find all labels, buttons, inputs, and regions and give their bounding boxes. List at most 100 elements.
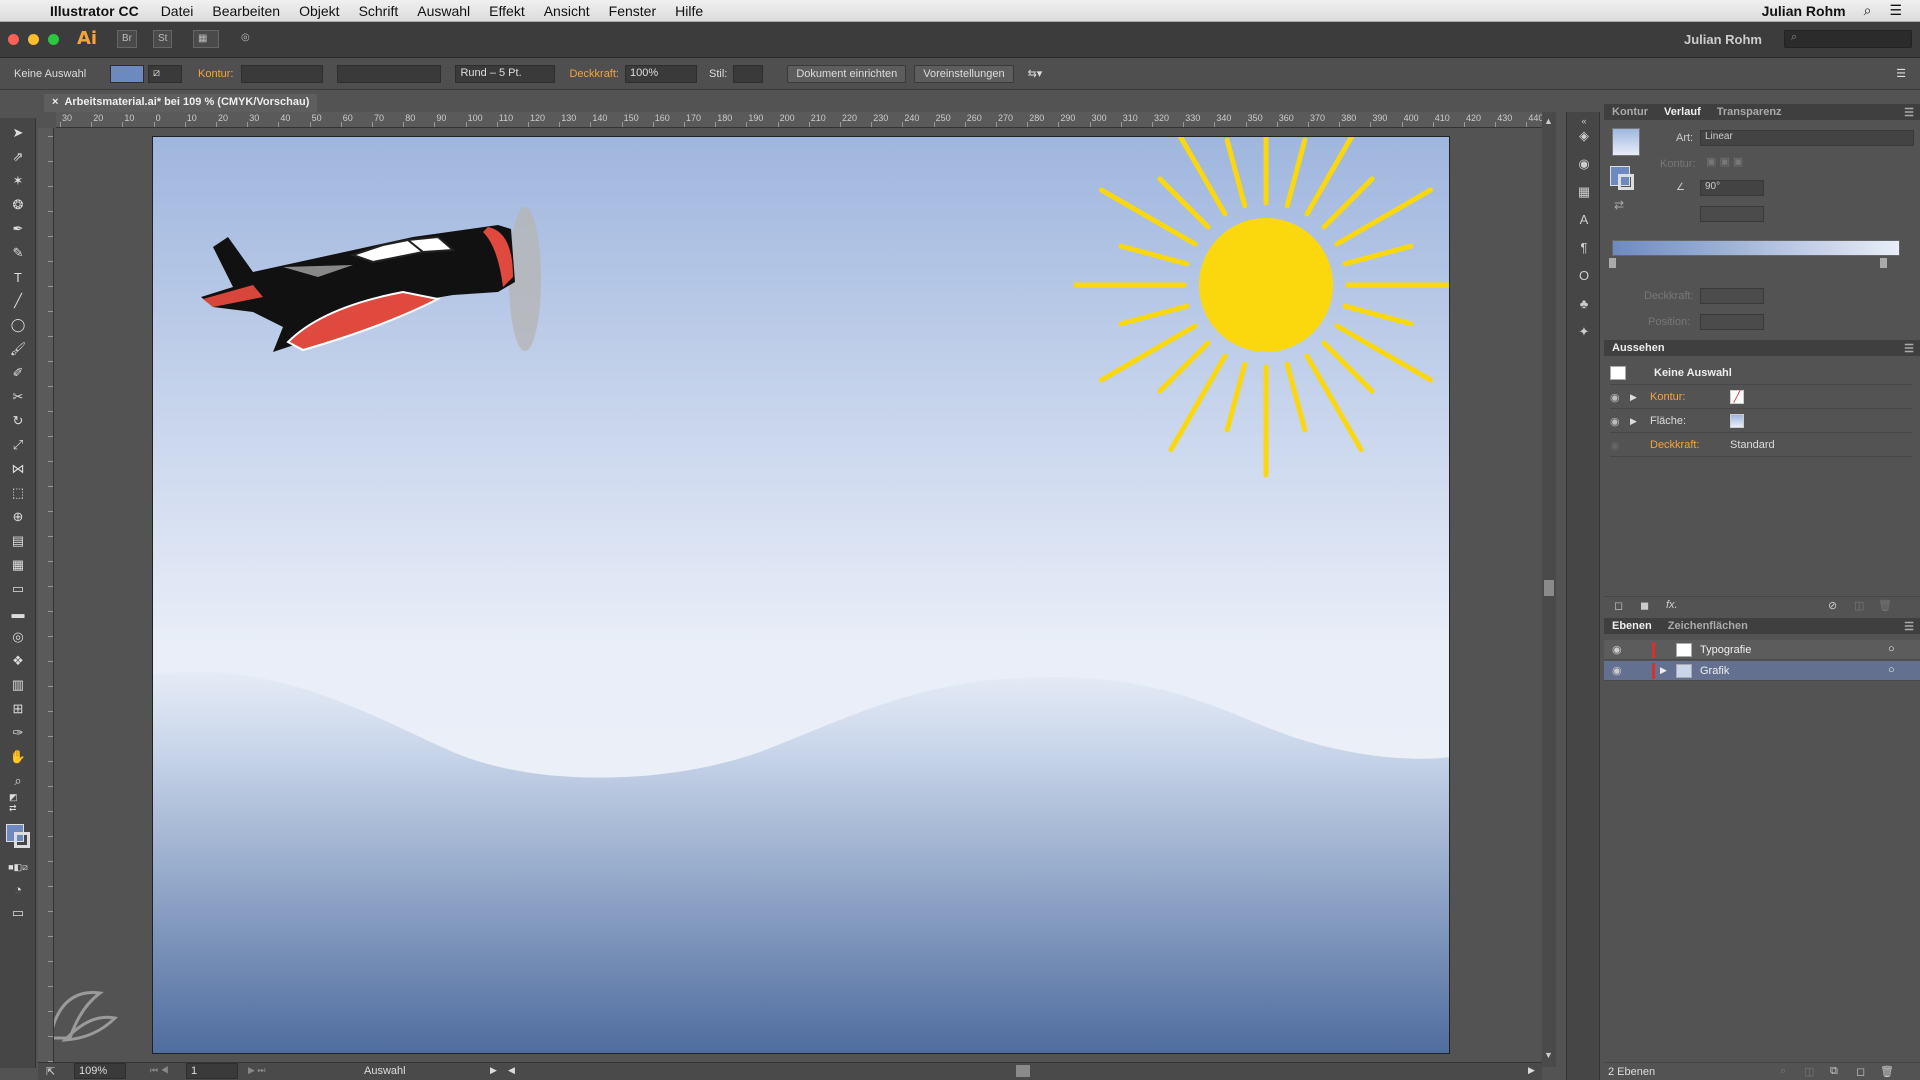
opacity-label[interactable]: Deckkraft: <box>569 68 619 80</box>
menu-bearbeiten[interactable]: Bearbeiten <box>212 3 280 19</box>
tab-transparenz[interactable]: Transparenz <box>1709 106 1790 118</box>
horizontal-ruler[interactable]: 30 20 10 0 10 20 30 40 50 60 70 80 90 100 110 120 130 140… <box>56 112 1546 128</box>
tab-aussehen[interactable]: Aussehen <box>1604 342 1673 354</box>
symbol-sprayer-tool-icon[interactable]: ❖ <box>9 652 27 670</box>
workspace-user[interactable]: Julian Rohm <box>1684 32 1762 47</box>
scissors-tool-icon[interactable]: ✂ <box>9 388 27 406</box>
blend-tool-icon[interactable]: ◎ <box>9 628 27 646</box>
layer-target-icon[interactable]: ○ <box>1888 664 1895 676</box>
menu-datei[interactable]: Datei <box>161 3 194 19</box>
menu-ansicht[interactable]: Ansicht <box>544 3 590 19</box>
add-effect-icon[interactable]: fx. <box>1666 599 1678 611</box>
gradient-type-dropdown[interactable]: Linear <box>1700 130 1914 146</box>
stroke-color-icon[interactable] <box>14 832 30 848</box>
artboard-nav-icon[interactable]: ⇱ <box>46 1065 55 1078</box>
menu-hilfe[interactable]: Hilfe <box>675 3 703 19</box>
menu-effekt[interactable]: Effekt <box>489 3 525 19</box>
artboard[interactable] <box>152 136 1450 1054</box>
gradient-tool-icon[interactable]: ▭ <box>9 580 27 598</box>
eyedropper-tool-icon[interactable]: ▬ <box>9 604 27 622</box>
gradient-angle-field[interactable]: 90° <box>1700 180 1764 196</box>
gradient-stop-right[interactable] <box>1880 258 1887 268</box>
artboard-tool-icon[interactable]: ⊞ <box>9 700 27 718</box>
delete-item-icon[interactable]: 🗑 <box>1878 599 1892 612</box>
appearance-opacity-label[interactable]: Deckkraft: <box>1650 439 1730 451</box>
visibility-eye-icon[interactable]: ◉ <box>1610 391 1630 404</box>
scroll-up-icon[interactable]: ▲ <box>1544 116 1553 126</box>
spotlight-icon[interactable]: ⌕ <box>1864 2 1872 19</box>
layer-visibility-icon[interactable]: ◉ <box>1612 643 1622 656</box>
selection-tool-icon[interactable]: ➤ <box>9 124 27 142</box>
vertical-scrollbar[interactable]: ▲ ▼ <box>1542 112 1556 1067</box>
character-panel-icon[interactable]: A <box>1576 212 1592 228</box>
gradient-slider[interactable] <box>1612 240 1900 256</box>
new-layer-icon[interactable]: ◻ <box>1856 1065 1865 1078</box>
next-artboard-icon[interactable]: ▶ ⏭ <box>248 1065 266 1076</box>
blob-brush-tool-icon[interactable]: ✐ <box>9 364 27 382</box>
clear-appearance-icon[interactable]: ⊘ <box>1828 599 1837 612</box>
transform-options-icon[interactable]: ⇆▾ <box>1028 67 1043 80</box>
fill-gradient-swatch[interactable] <box>1730 414 1744 428</box>
bridge-button[interactable]: Br <box>117 30 137 48</box>
brushes-panel-icon[interactable]: ✦ <box>1576 324 1592 340</box>
appearance-row-opacity[interactable]: ◉ Deckkraft: Standard <box>1610 434 1912 457</box>
zoom-window-icon[interactable] <box>48 34 59 45</box>
duplicate-item-icon[interactable]: ◫ <box>1854 599 1864 612</box>
preferences-button[interactable]: Voreinstellungen <box>914 64 1014 83</box>
scroll-thumb[interactable] <box>1544 580 1554 596</box>
scale-tool-icon[interactable]: ⤢ <box>9 436 27 454</box>
opacity-field[interactable]: 100% <box>624 64 697 83</box>
fill-swatch[interactable] <box>110 64 144 83</box>
app-menu[interactable]: Illustrator CC <box>50 3 139 19</box>
mesh-tool-icon[interactable]: ▦ <box>9 556 27 574</box>
appearance-fill-label[interactable]: Fläche: <box>1650 415 1730 427</box>
color-panel-icon[interactable]: ◈ <box>1576 128 1592 144</box>
scroll-right-icon[interactable]: ▶ <box>1528 1065 1535 1076</box>
arrange-documents-icon[interactable]: ▦ <box>193 30 219 48</box>
locate-object-icon[interactable]: ⌕ <box>1780 1065 1786 1078</box>
stock-button[interactable]: St <box>153 30 173 48</box>
default-colors-icon[interactable]: ◩ ⇄ <box>9 792 27 813</box>
lasso-tool-icon[interactable]: ❂ <box>9 196 27 214</box>
appearance-row-stroke[interactable]: ◉ ▶ Kontur: ╱ <box>1610 386 1912 409</box>
new-sublayer-icon[interactable]: ⧉ <box>1830 1065 1838 1078</box>
artwork[interactable] <box>153 137 1450 1054</box>
tab-zeichenflaechen[interactable]: Zeichenflächen <box>1660 620 1756 632</box>
style-dropdown[interactable] <box>733 64 764 83</box>
magic-wand-tool-icon[interactable]: ✶ <box>9 172 27 190</box>
layer-target-icon[interactable]: ○ <box>1888 643 1895 655</box>
layer-visibility-icon[interactable]: ◉ <box>1612 664 1622 677</box>
gradient-thumbnail[interactable] <box>1612 128 1640 156</box>
layer-row-grafik[interactable]: ◉ ▶ Grafik ○ <box>1604 661 1920 681</box>
gradient-panel-menu-icon[interactable]: ☰ <box>1904 106 1914 119</box>
stroke-weight-field[interactable] <box>241 64 324 83</box>
gpu-performance-icon[interactable]: ◎ <box>237 30 254 48</box>
gradient-stroke-swatch[interactable] <box>1618 174 1634 190</box>
aspect-ratio-field[interactable] <box>1700 206 1764 222</box>
appearance-stroke-label[interactable]: Kontur: <box>1650 391 1730 403</box>
menu-objekt[interactable]: Objekt <box>299 3 339 19</box>
zoom-field[interactable]: 109% <box>74 1063 126 1079</box>
layer-name[interactable]: Grafik <box>1700 665 1729 677</box>
opentype-panel-icon[interactable]: O <box>1576 268 1592 284</box>
zoom-tool-icon[interactable]: ⌕ <box>9 772 27 790</box>
layers-panel-menu-icon[interactable]: ☰ <box>1904 620 1914 633</box>
scroll-left-icon[interactable]: ◀ <box>508 1065 515 1076</box>
appearance-panel-menu-icon[interactable]: ☰ <box>1904 342 1914 355</box>
stroke-swatch[interactable]: ⧄ <box>148 64 182 83</box>
menubar-user[interactable]: Julian Rohm <box>1762 3 1846 19</box>
type-tool-icon[interactable]: T <box>9 268 27 286</box>
add-fill-icon[interactable]: ◼ <box>1640 599 1649 612</box>
draw-mode-icon[interactable]: ◔ <box>9 880 27 898</box>
tab-ebenen[interactable]: Ebenen <box>1604 620 1660 632</box>
color-mode-icons[interactable]: ■◧⧄ <box>8 858 28 876</box>
scroll-down-icon[interactable]: ▼ <box>1544 1050 1553 1060</box>
minimize-window-icon[interactable] <box>28 34 39 45</box>
pen-tool-icon[interactable]: ✒ <box>9 220 27 238</box>
direct-selection-tool-icon[interactable]: ⇗ <box>9 148 27 166</box>
notification-list-icon[interactable]: ☰ <box>1889 2 1902 19</box>
document-setup-button[interactable]: Dokument einrichten <box>787 64 907 83</box>
shape-builder-tool-icon[interactable]: ⊕ <box>9 508 27 526</box>
close-window-icon[interactable] <box>8 34 19 45</box>
expand-triangle-icon[interactable]: ▶ <box>1630 392 1650 403</box>
